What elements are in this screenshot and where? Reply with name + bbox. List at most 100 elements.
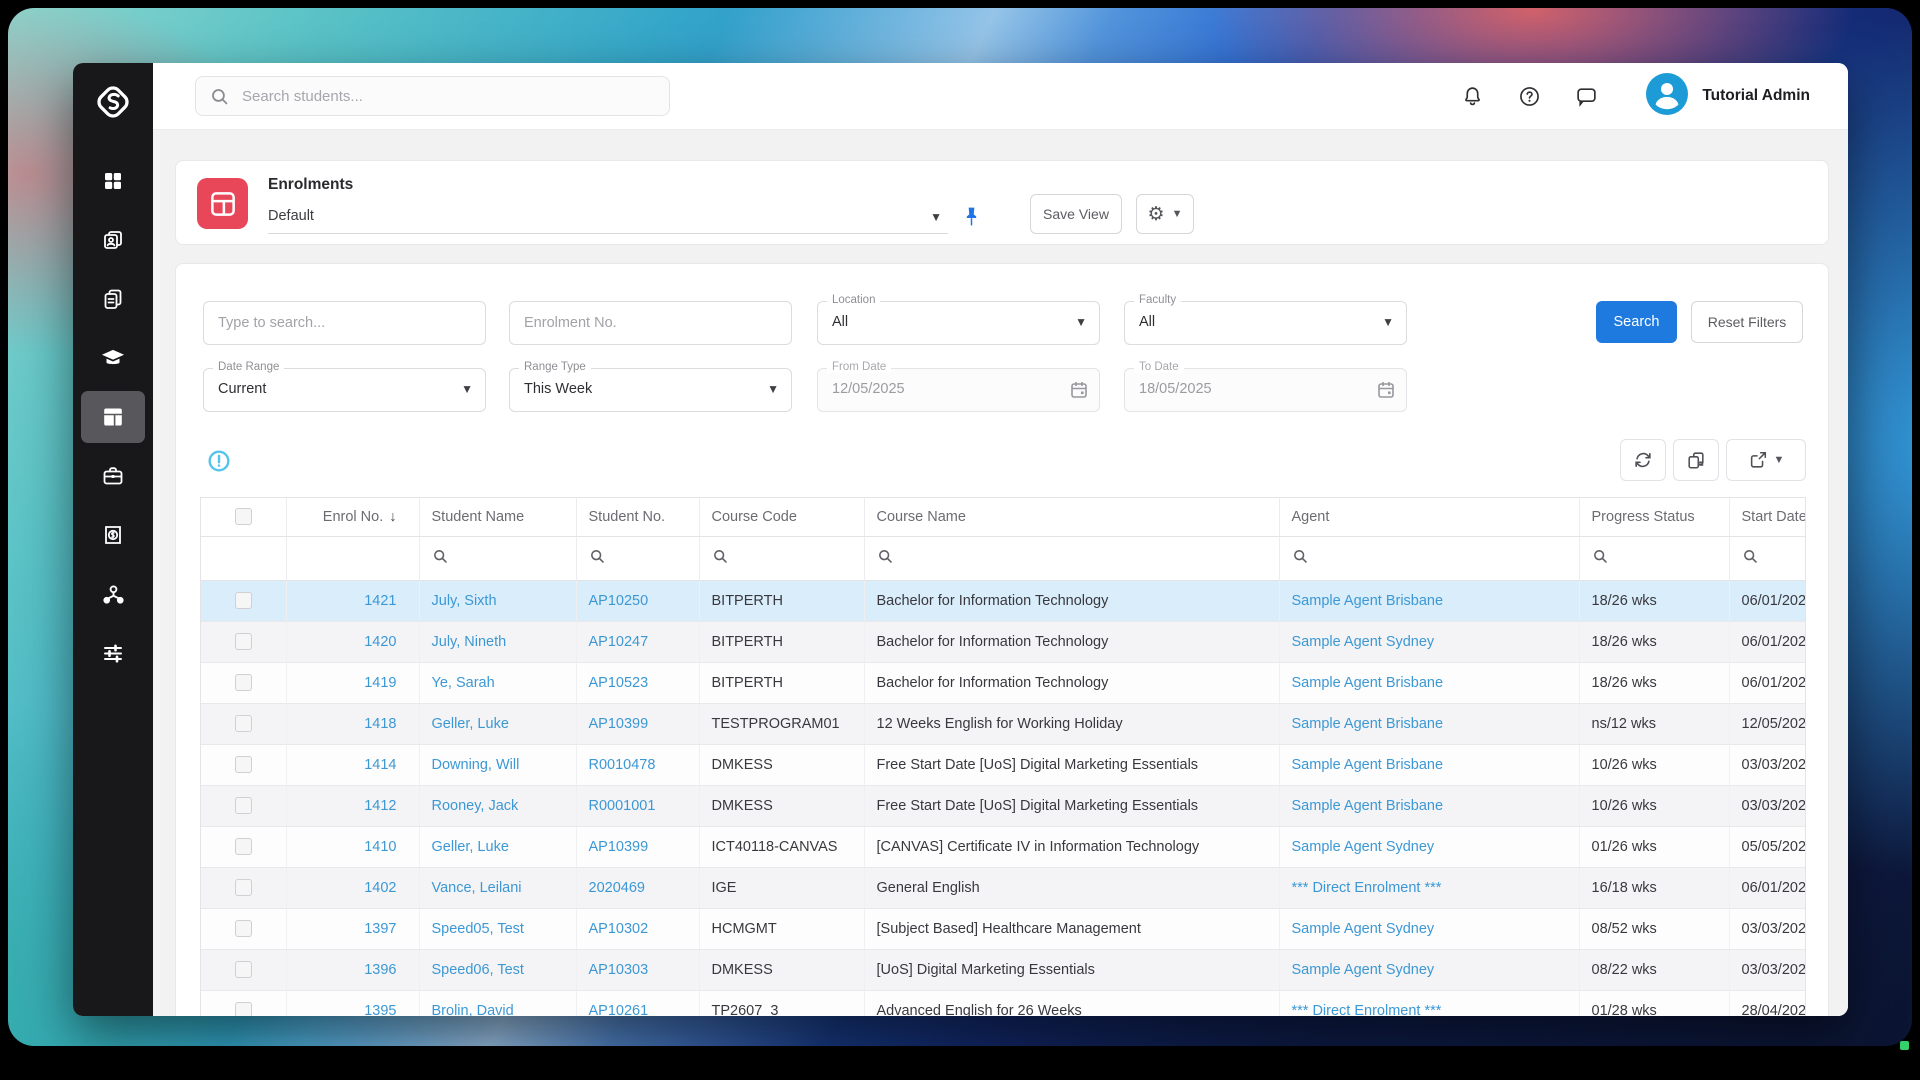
app-logo-icon[interactable] <box>73 73 153 131</box>
cell-student_name[interactable]: Geller, Luke <box>419 703 577 745</box>
cell-student_no[interactable]: AP10399 <box>576 703 700 745</box>
column-header-course_name[interactable]: Course Name <box>864 498 1280 537</box>
cell-student_no[interactable]: AP10247 <box>576 621 700 663</box>
row-checkbox[interactable] <box>234 756 252 773</box>
cell-student_name[interactable]: Geller, Luke <box>419 826 577 868</box>
filter-agent[interactable] <box>1279 536 1580 581</box>
sidebar-item-documents[interactable] <box>81 273 145 325</box>
search-students-input[interactable] <box>240 77 660 115</box>
faculty-filter-select[interactable]: Faculty All ▼ <box>1124 294 1407 345</box>
column-header-progress_status[interactable]: Progress Status <box>1579 498 1730 537</box>
row-checkbox[interactable] <box>234 674 252 691</box>
cell-student_name[interactable]: July, Sixth <box>419 580 577 622</box>
row-checkbox[interactable] <box>234 592 252 609</box>
sidebar-item-enrolments[interactable] <box>81 391 145 443</box>
row-checkbox[interactable] <box>234 879 252 896</box>
filter-progress_status[interactable] <box>1579 536 1730 581</box>
user-menu[interactable]: Tutorial Admin <box>1646 72 1810 120</box>
cell-student_no[interactable]: AP10302 <box>576 908 700 950</box>
filter-student_no[interactable] <box>576 536 700 581</box>
refresh-button[interactable] <box>1620 439 1666 481</box>
row-checkbox[interactable] <box>234 715 252 732</box>
select-all-header[interactable] <box>201 498 287 537</box>
sidebar-item-settings[interactable] <box>81 627 145 679</box>
bell-icon[interactable] <box>1461 85 1484 108</box>
reset-filters-button[interactable]: Reset Filters <box>1691 301 1803 343</box>
row-checkbox[interactable] <box>234 961 252 978</box>
sidebar-item-finance[interactable] <box>81 509 145 561</box>
cell-student_no[interactable]: AP10261 <box>576 990 700 1016</box>
table-row[interactable]: 1412 Rooney, Jack R0001001 DMKESS Free Start… <box>201 785 1805 827</box>
cell-agent[interactable]: Sample Agent Sydney <box>1279 908 1580 950</box>
cell-student_no[interactable]: 2020469 <box>576 867 700 909</box>
cell-enrol_no[interactable]: 1410 <box>286 826 420 868</box>
sidebar-item-courses[interactable] <box>81 332 145 384</box>
cell-agent[interactable]: Sample Agent Brisbane <box>1279 744 1580 786</box>
table-row[interactable]: 1395 Brolin, David AP10261 TP2607_3 Advanced… <box>201 990 1805 1016</box>
location-filter-select[interactable]: Location All ▼ <box>817 294 1100 345</box>
cell-enrol_no[interactable]: 1420 <box>286 621 420 663</box>
row-checkbox[interactable] <box>234 633 252 650</box>
row-checkbox[interactable] <box>234 920 252 937</box>
cell-agent[interactable]: Sample Agent Brisbane <box>1279 703 1580 745</box>
filter-course_code[interactable] <box>699 536 865 581</box>
copy-columns-button[interactable] <box>1673 439 1719 481</box>
cell-enrol_no[interactable]: 1412 <box>286 785 420 827</box>
range-type-select[interactable]: Range Type This Week ▼ <box>509 361 792 412</box>
table-row[interactable]: 1397 Speed05, Test AP10302 HCMGMT [Subject B… <box>201 908 1805 950</box>
cell-enrol_no[interactable]: 1396 <box>286 949 420 991</box>
cell-student_name[interactable]: Speed05, Test <box>419 908 577 950</box>
cell-agent[interactable]: Sample Agent Sydney <box>1279 949 1580 991</box>
sidebar-item-students[interactable] <box>81 214 145 266</box>
cell-student_no[interactable]: AP10250 <box>576 580 700 622</box>
cell-student_name[interactable]: Brolin, David <box>419 990 577 1016</box>
cell-agent[interactable]: Sample Agent Sydney <box>1279 621 1580 663</box>
keyword-filter-input[interactable] <box>203 301 486 345</box>
cell-student_no[interactable]: AP10399 <box>576 826 700 868</box>
table-row[interactable]: 1420 July, Nineth AP10247 BITPERTH Bachelor … <box>201 621 1805 663</box>
table-row[interactable]: 1419 Ye, Sarah AP10523 BITPERTH Bachelor for… <box>201 662 1805 704</box>
cell-student_name[interactable]: Rooney, Jack <box>419 785 577 827</box>
row-checkbox[interactable] <box>234 797 252 814</box>
help-icon[interactable] <box>1518 85 1541 108</box>
cell-agent[interactable]: Sample Agent Brisbane <box>1279 662 1580 704</box>
row-checkbox[interactable] <box>234 838 252 855</box>
select-all-checkbox[interactable] <box>234 508 252 526</box>
column-header-agent[interactable]: Agent <box>1279 498 1580 537</box>
cell-student_name[interactable]: Vance, Leilani <box>419 867 577 909</box>
chat-icon[interactable] <box>1575 85 1598 108</box>
table-row[interactable]: 1396 Speed06, Test AP10303 DMKESS [UoS] Digi… <box>201 949 1805 991</box>
cell-enrol_no[interactable]: 1414 <box>286 744 420 786</box>
cell-student_no[interactable]: R0001001 <box>576 785 700 827</box>
cell-agent[interactable]: Sample Agent Sydney <box>1279 826 1580 868</box>
to-date-field[interactable]: To Date 18/05/2025 <box>1124 361 1407 412</box>
cell-agent[interactable]: Sample Agent Brisbane <box>1279 785 1580 827</box>
cell-student_name[interactable]: July, Nineth <box>419 621 577 663</box>
filter-start_date[interactable] <box>1729 536 1805 581</box>
cell-enrol_no[interactable]: 1419 <box>286 662 420 704</box>
from-date-field[interactable]: From Date 12/05/2025 <box>817 361 1100 412</box>
date-range-select[interactable]: Date Range Current ▼ <box>203 361 486 412</box>
cell-enrol_no[interactable]: 1395 <box>286 990 420 1016</box>
column-header-student_no[interactable]: Student No. <box>576 498 700 537</box>
pin-view-button[interactable] <box>958 201 984 233</box>
export-button[interactable]: ▼ <box>1726 439 1806 481</box>
table-row[interactable]: 1402 Vance, Leilani 2020469 IGE General Engl… <box>201 867 1805 909</box>
column-header-student_name[interactable]: Student Name <box>419 498 577 537</box>
search-button[interactable]: Search <box>1596 301 1677 343</box>
cell-student_name[interactable]: Downing, Will <box>419 744 577 786</box>
cell-enrol_no[interactable]: 1402 <box>286 867 420 909</box>
cell-agent[interactable]: Sample Agent Brisbane <box>1279 580 1580 622</box>
info-icon[interactable] <box>206 448 232 479</box>
sidebar-item-dashboard[interactable] <box>81 155 145 207</box>
save-view-button[interactable]: Save View <box>1030 194 1122 234</box>
cell-enrol_no[interactable]: 1421 <box>286 580 420 622</box>
cell-enrol_no[interactable]: 1397 <box>286 908 420 950</box>
cell-agent[interactable]: *** Direct Enrolment *** <box>1279 867 1580 909</box>
column-header-start_date[interactable]: Start Date <box>1729 498 1805 537</box>
column-header-enrol_no[interactable]: Enrol No. ↓ <box>286 498 420 537</box>
table-row[interactable]: 1410 Geller, Luke AP10399 ICT40118-CANVAS [C… <box>201 826 1805 868</box>
filter-course_name[interactable] <box>864 536 1280 581</box>
sidebar-item-services[interactable] <box>81 450 145 502</box>
cell-student_no[interactable]: R0010478 <box>576 744 700 786</box>
